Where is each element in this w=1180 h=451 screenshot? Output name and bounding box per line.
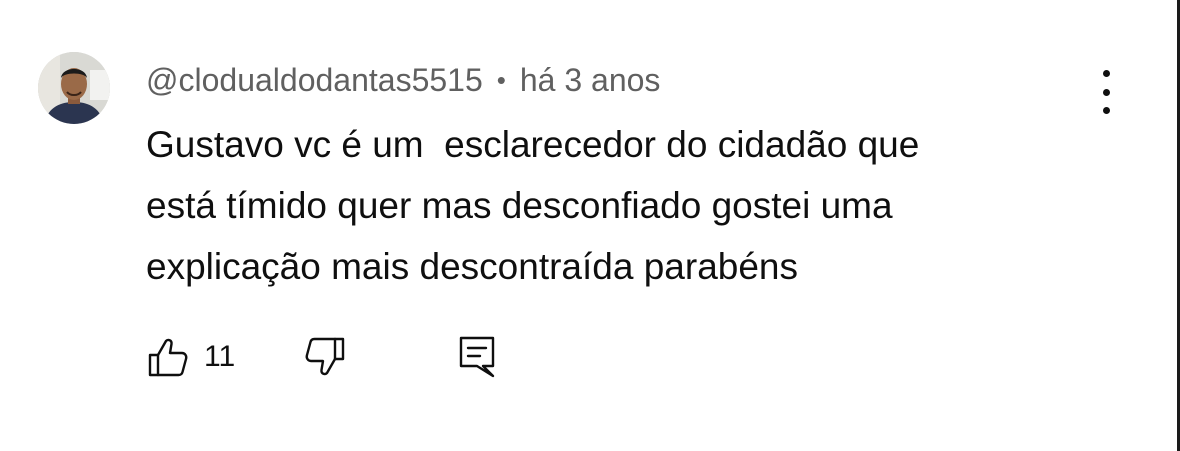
thumbs-down-icon <box>305 337 345 376</box>
author-handle[interactable]: @clodualdodantas5515 <box>146 62 483 99</box>
avatar[interactable] <box>38 52 110 124</box>
comment-text: Gustavo vc é um esclarecedor do cidadão … <box>146 124 920 287</box>
thumbs-up-icon <box>148 338 188 377</box>
dislike-button[interactable] <box>303 335 347 379</box>
comment-item: @clodualdodantas5515 • há 3 anos Gustavo… <box>38 52 1138 412</box>
like-button[interactable]: 11 <box>146 335 235 379</box>
header-separator: • <box>496 64 506 95</box>
avatar-image <box>38 52 110 124</box>
reply-button[interactable] <box>457 334 497 380</box>
comment-header: @clodualdodantas5515 • há 3 anos <box>146 60 660 100</box>
more-vertical-icon <box>1102 70 1110 77</box>
comment-page: @clodualdodantas5515 • há 3 anos Gustavo… <box>0 0 1180 451</box>
more-vertical-icon <box>1102 88 1110 96</box>
comment-actions: 11 <box>146 334 497 380</box>
like-count: 11 <box>204 340 236 373</box>
posted-time[interactable]: há 3 anos <box>520 62 661 99</box>
reply-comment-icon <box>459 336 495 378</box>
more-vertical-icon <box>1102 107 1110 114</box>
more-options-button[interactable] <box>1088 70 1124 114</box>
